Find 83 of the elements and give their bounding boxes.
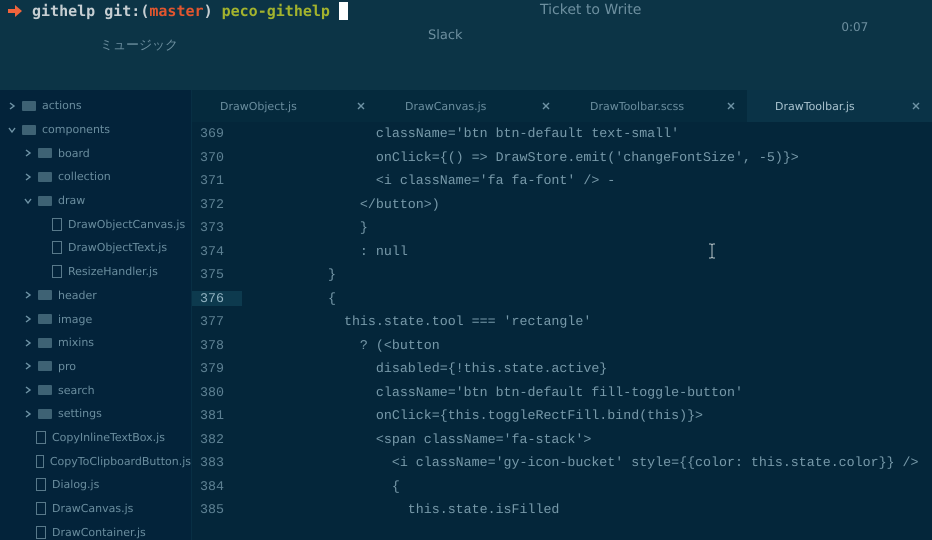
line-number: 384 bbox=[199, 478, 225, 494]
code-line: this.state.isFilled bbox=[406, 502, 560, 518]
line-number: 371 bbox=[199, 173, 225, 188]
code-line: disabled={!this.state.active} bbox=[374, 361, 608, 376]
close-icon[interactable] bbox=[727, 102, 735, 110]
chevron-icon[interactable] bbox=[24, 315, 32, 324]
tree-item[interactable]: settings bbox=[58, 407, 102, 420]
tree-item[interactable]: components bbox=[42, 123, 110, 136]
code-line: this.state.tool === 'rectangle' bbox=[342, 314, 592, 330]
code-line: onClick={this.toggleRectFill.bind(this)}> bbox=[374, 408, 704, 424]
chevron-icon[interactable] bbox=[24, 196, 32, 205]
track-time: 0:07 bbox=[841, 19, 868, 34]
directory-name: githelp bbox=[32, 2, 96, 20]
line-number: 378 bbox=[199, 338, 225, 353]
line-number: 374 bbox=[199, 244, 225, 259]
close-icon[interactable] bbox=[912, 102, 920, 110]
tree-item[interactable]: Dialog.js bbox=[52, 478, 100, 492]
track-subtitle: Slack bbox=[428, 28, 463, 45]
line-number: 370 bbox=[199, 150, 225, 165]
chevron-icon[interactable] bbox=[24, 291, 32, 300]
chevron-icon[interactable] bbox=[24, 362, 32, 370]
code-line: <i className='fa fa-font' /> - bbox=[374, 173, 616, 188]
tree-item[interactable]: search bbox=[58, 384, 95, 397]
code-line: { bbox=[328, 290, 336, 306]
track-title: Ticket to Write bbox=[540, 2, 642, 20]
tree-item[interactable]: pro bbox=[58, 360, 76, 373]
editor-tab[interactable]: DrawToolbar.scss bbox=[562, 90, 747, 122]
branch-prefix: git:( bbox=[104, 2, 150, 20]
branch-suffix: ) bbox=[204, 2, 213, 20]
line-number: 372 bbox=[199, 196, 225, 212]
code-line: <span className='fa-stack'> bbox=[374, 432, 592, 447]
editor-tab[interactable]: DrawToolbar.js bbox=[747, 90, 932, 122]
tree-item[interactable]: draw bbox=[58, 194, 86, 208]
code-line: onClick={() => DrawStore.emit('changeFontSize', -5)}> bbox=[374, 150, 799, 165]
tree-item[interactable]: image bbox=[58, 312, 92, 326]
chevron-icon[interactable] bbox=[24, 172, 32, 181]
chevron-icon[interactable] bbox=[24, 338, 32, 347]
tree-item[interactable]: mixins bbox=[58, 336, 94, 350]
code-line: ? (<button bbox=[358, 338, 440, 353]
tree-item[interactable]: header bbox=[58, 288, 97, 302]
code-line: : null bbox=[358, 244, 408, 259]
code-line: className='btn btn-default fill-toggle-button' bbox=[374, 384, 743, 400]
tree-item[interactable]: board bbox=[58, 146, 90, 160]
line-number: 383 bbox=[199, 455, 225, 470]
close-icon[interactable] bbox=[542, 102, 550, 110]
line-number: 375 bbox=[199, 267, 225, 282]
tree-item[interactable]: CopyInlineTextBox.js bbox=[52, 430, 165, 444]
text-cursor-icon bbox=[708, 243, 716, 259]
code-line: <i className='gy-icon-bucket' style={{color: this.state.color}} /> bbox=[390, 455, 918, 470]
line-number: 377 bbox=[199, 314, 225, 330]
code-line: className='btn btn-default text-small' bbox=[374, 126, 680, 142]
line-number: 369 bbox=[199, 126, 225, 142]
tree-item[interactable]: collection bbox=[58, 170, 111, 184]
editor-tab[interactable]: DrawCanvas.js bbox=[377, 90, 562, 122]
chevron-icon[interactable] bbox=[24, 410, 32, 418]
tree-item[interactable]: actions bbox=[42, 99, 82, 112]
editor-tab[interactable]: DrawObject.js bbox=[192, 90, 377, 122]
arrow-icon bbox=[8, 5, 22, 17]
line-number: 380 bbox=[199, 384, 225, 400]
line-number: 381 bbox=[199, 408, 225, 424]
tree-item[interactable]: DrawContainer.js bbox=[52, 526, 146, 539]
chevron-icon[interactable] bbox=[24, 386, 32, 394]
tree-item[interactable]: DrawObjectText.js bbox=[68, 241, 168, 254]
line-number: 382 bbox=[199, 432, 225, 447]
code-line: } bbox=[358, 220, 368, 236]
branch-name: master bbox=[149, 2, 204, 20]
section-label: ミュージック bbox=[100, 37, 178, 54]
tree-item[interactable]: DrawCanvas.js bbox=[52, 502, 134, 516]
code-line: { bbox=[390, 478, 400, 494]
line-number: 385 bbox=[199, 502, 225, 518]
line-number: 379 bbox=[199, 361, 225, 376]
chevron-icon[interactable] bbox=[24, 149, 32, 158]
close-icon[interactable] bbox=[357, 102, 365, 110]
tree-item[interactable]: ResizeHandler.js bbox=[68, 265, 158, 278]
chevron-icon[interactable] bbox=[8, 102, 16, 110]
code-line: } bbox=[328, 267, 336, 282]
tree-item[interactable]: DrawObjectCanvas.js bbox=[68, 218, 186, 231]
line-number: 373 bbox=[199, 220, 225, 236]
code-line: </button>) bbox=[358, 196, 440, 212]
line-number: 376 bbox=[192, 290, 242, 306]
chevron-icon[interactable] bbox=[8, 126, 16, 134]
command-text: peco-githelp bbox=[222, 2, 330, 20]
tree-item[interactable]: CopyToClipboardButton.js bbox=[50, 454, 191, 468]
